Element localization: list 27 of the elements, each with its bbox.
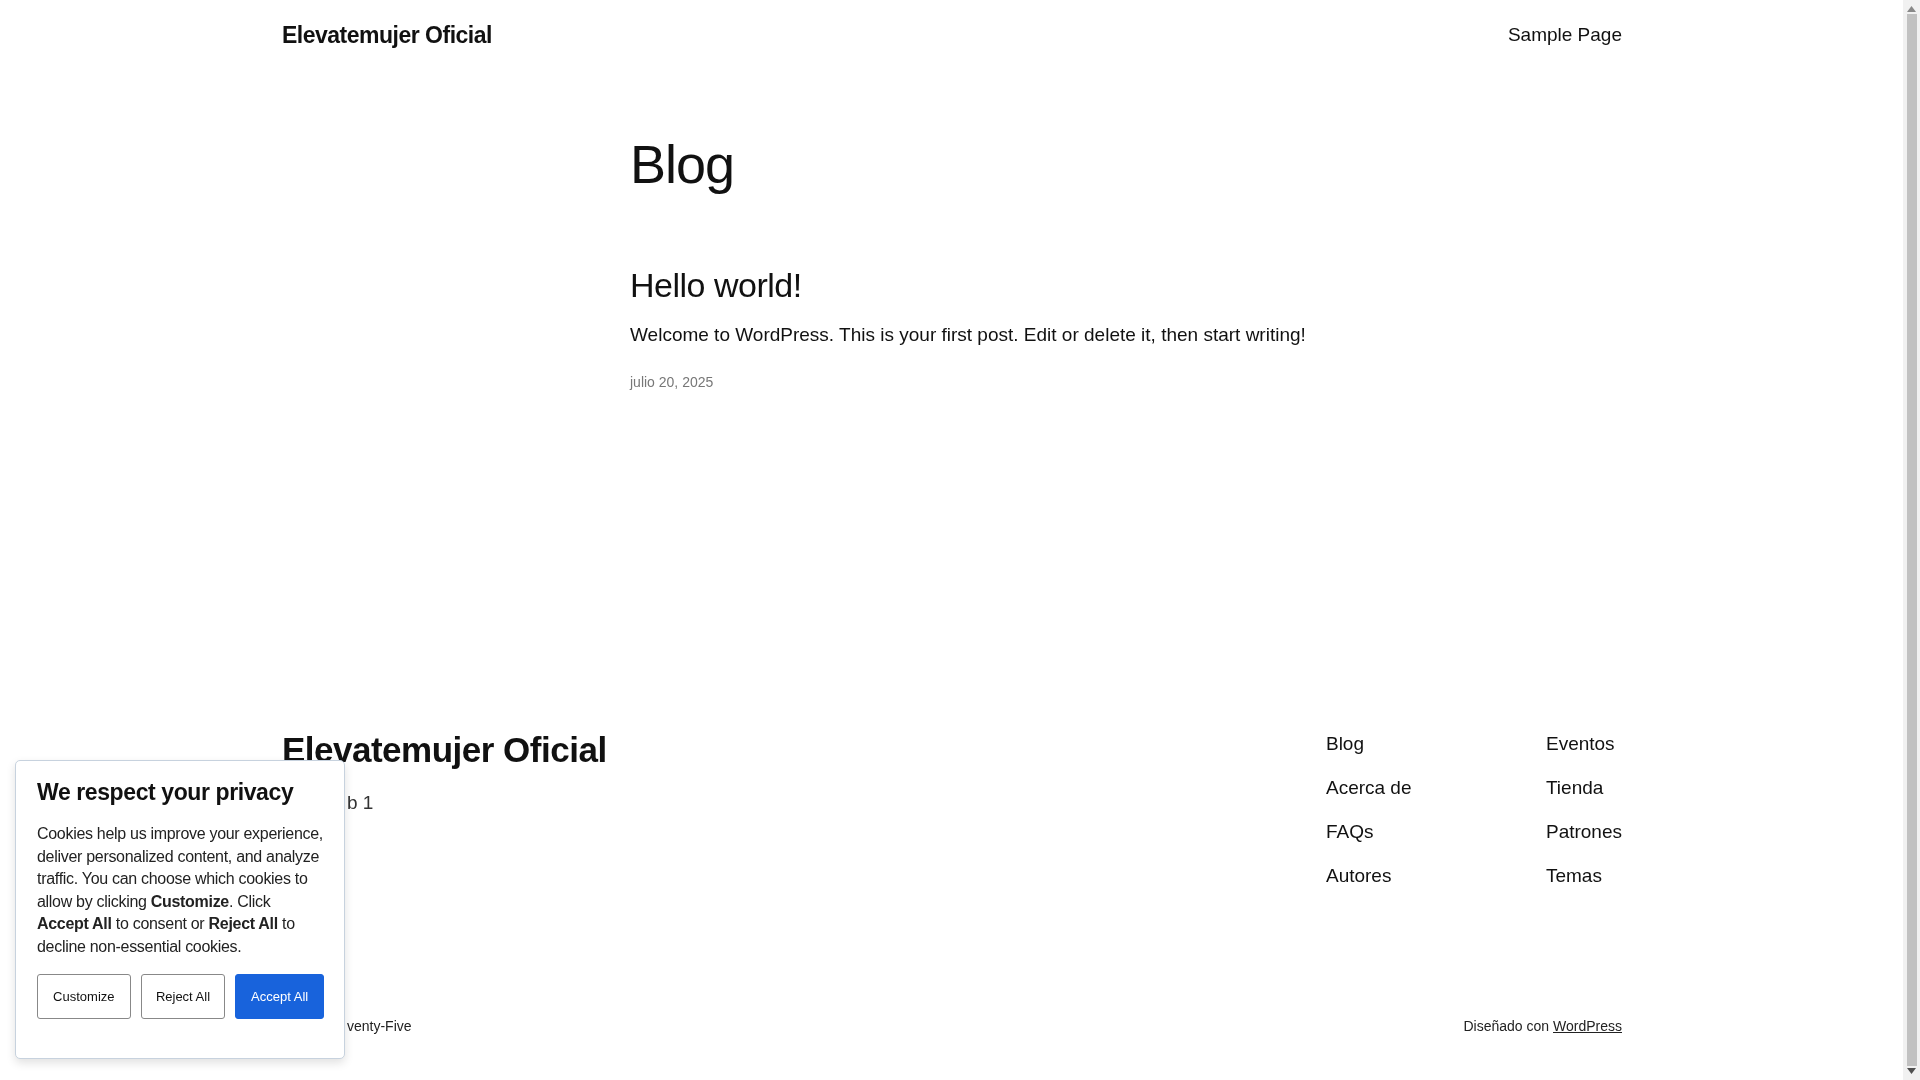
footer-link[interactable]: Tienda	[1545, 775, 1622, 800]
post-date: julio 20, 2025	[630, 374, 715, 391]
footer-tagline: b 1	[347, 791, 375, 814]
theme-credit: venty-Five	[347, 1018, 412, 1034]
footer-link[interactable]: Temas	[1545, 863, 1622, 888]
cookie-button[interactable]: Reject All	[140, 974, 226, 1019]
cookie-button[interactable]: Customize	[37, 974, 131, 1019]
footer-link[interactable]: Autores	[1325, 863, 1546, 888]
cookie-button[interactable]: Accept All	[235, 974, 324, 1019]
footer-link[interactable]: Blog	[1325, 731, 1546, 756]
page-title: Blog	[630, 133, 736, 196]
footer-link[interactable]: FAQs	[1325, 819, 1546, 844]
footer-site-title[interactable]: Elevatemujer Oficial	[282, 731, 607, 770]
post-excerpt: Welcome to WordPress. This is your first post. Edit or delete it, then start writing!	[630, 322, 1307, 347]
scroll-up-icon[interactable]	[1907, 6, 1916, 12]
credit-text: Diseñado con WordPress	[1463, 1018, 1622, 1034]
footer-link[interactable]: Eventos	[1545, 731, 1622, 756]
post-title[interactable]: Hello world!	[630, 264, 1903, 306]
footer-link[interactable]: Acerca de	[1325, 775, 1546, 800]
banner-text: Cookies help us improve your experience, deliver personalized content, and analyze traffic. You can choose which cookies to allow by clicking Customize. Click Accept All to consent or Reject All to decline non-essential cookies.	[37, 824, 324, 957]
banner-title: We respect your privacy	[37, 779, 295, 806]
scroll-down-icon[interactable]	[1907, 1068, 1916, 1074]
footer-link[interactable]: Patrones	[1545, 819, 1622, 844]
wordpress-link[interactable]: WordPress	[1553, 1018, 1622, 1034]
nav-link[interactable]: Sample Page	[1507, 24, 1622, 46]
site-title[interactable]: Elevatemujer Oficial	[282, 21, 492, 49]
scrollbar[interactable]	[1903, 0, 1920, 1080]
